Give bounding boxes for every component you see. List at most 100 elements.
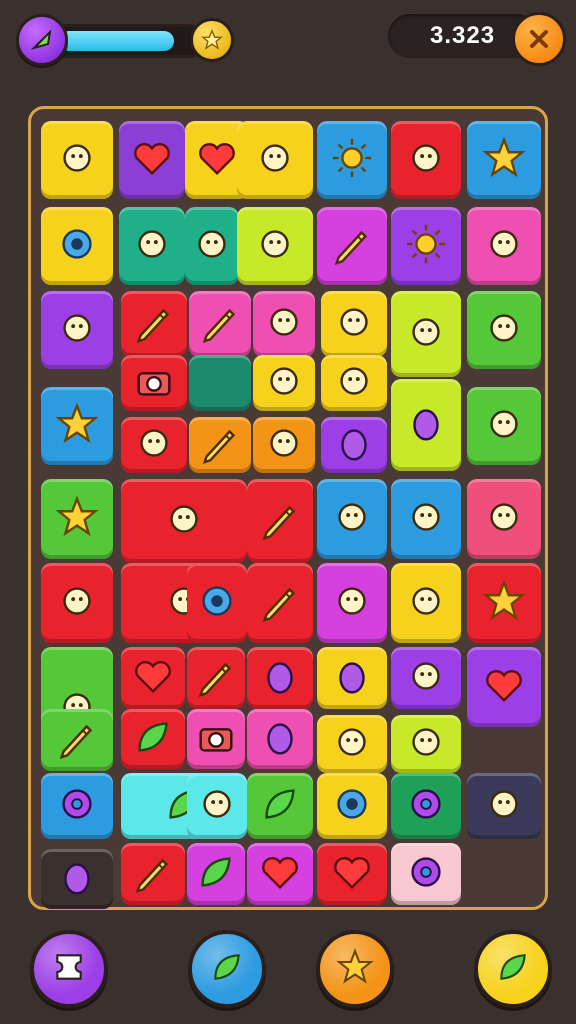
- leaf-icon: [257, 781, 303, 831]
- board-tile[interactable]: [467, 773, 541, 839]
- spiky-ball-icon: [261, 358, 307, 408]
- board-tile[interactable]: [41, 849, 113, 909]
- board-tile[interactable]: [237, 121, 313, 199]
- board-tile[interactable]: [41, 387, 113, 465]
- board-tile[interactable]: [467, 121, 541, 199]
- board-tile[interactable]: [121, 709, 185, 769]
- leaf-button[interactable]: [474, 930, 552, 1008]
- board-tile[interactable]: [189, 355, 251, 411]
- star-icon: [54, 401, 100, 451]
- board-tile[interactable]: [391, 479, 461, 559]
- note-icon: [481, 781, 527, 831]
- eraser-icon: [331, 358, 377, 408]
- starfish-icon: [54, 578, 100, 628]
- board-tile[interactable]: [391, 379, 461, 471]
- board-tile[interactable]: [391, 563, 461, 643]
- close-icon[interactable]: [512, 12, 566, 66]
- wheel-icon: [194, 578, 240, 628]
- board-tile[interactable]: [253, 417, 315, 473]
- board-tile[interactable]: [467, 291, 541, 369]
- board-tile[interactable]: [187, 709, 245, 769]
- board-tile[interactable]: [119, 207, 185, 285]
- board-tile[interactable]: [41, 479, 113, 559]
- board-tile[interactable]: [317, 207, 387, 285]
- board-tile[interactable]: [247, 563, 313, 643]
- board-tile[interactable]: [247, 843, 313, 905]
- board-tile[interactable]: [41, 207, 113, 285]
- leaf-icon: [493, 947, 533, 991]
- pipette-icon: [54, 715, 100, 765]
- board-tile[interactable]: [317, 563, 387, 643]
- board-tile[interactable]: [317, 715, 387, 773]
- board-tile[interactable]: [467, 563, 541, 643]
- board-tile[interactable]: [187, 647, 245, 709]
- acorn-icon: [129, 221, 175, 271]
- heart-icon: [130, 653, 176, 703]
- egg-icon: [257, 714, 303, 764]
- board-tile[interactable]: [253, 355, 315, 411]
- board-tile[interactable]: [237, 207, 313, 285]
- board-tile[interactable]: [391, 291, 461, 377]
- lemon-icon: [194, 781, 240, 831]
- board-tile[interactable]: [467, 479, 541, 559]
- candy-icon: [403, 719, 449, 769]
- board-tile[interactable]: [317, 479, 387, 559]
- board-tile[interactable]: [321, 417, 387, 473]
- board-tile[interactable]: [317, 647, 387, 709]
- board-tile[interactable]: [467, 647, 541, 727]
- board-tile[interactable]: [391, 207, 461, 285]
- board-tile[interactable]: [121, 355, 187, 411]
- board-tile[interactable]: [121, 291, 187, 357]
- board-tile[interactable]: [467, 387, 541, 465]
- star-icon: [190, 18, 234, 62]
- board-tile[interactable]: [391, 121, 461, 199]
- board-tile[interactable]: [41, 773, 113, 839]
- board-tile[interactable]: [121, 479, 247, 563]
- board-tile[interactable]: [317, 773, 387, 839]
- board-tile[interactable]: [189, 417, 251, 473]
- gear-icon: [54, 221, 100, 271]
- board-tile[interactable]: [317, 843, 387, 905]
- board-tile[interactable]: [247, 647, 313, 709]
- board-tile[interactable]: [391, 773, 461, 839]
- board-tile[interactable]: [185, 207, 239, 285]
- board-tile[interactable]: [321, 291, 387, 357]
- board-tile[interactable]: [317, 121, 387, 199]
- board-tile[interactable]: [467, 207, 541, 285]
- grape-icon: [331, 420, 377, 470]
- star-button[interactable]: [316, 930, 394, 1008]
- board-tile[interactable]: [121, 647, 185, 709]
- carrot-icon: [130, 849, 176, 899]
- leaf-button[interactable]: [188, 930, 266, 1008]
- board-tile[interactable]: [119, 121, 185, 199]
- board-tile[interactable]: [391, 715, 461, 773]
- board-tile[interactable]: [187, 773, 247, 839]
- ufo-icon: [261, 420, 307, 470]
- crossed-bird-icon: [54, 135, 100, 185]
- board-tile[interactable]: [41, 563, 113, 643]
- heart-icon: [329, 849, 375, 899]
- board-tile[interactable]: [41, 121, 113, 199]
- board-tile[interactable]: [247, 709, 313, 769]
- seashell-icon: [481, 401, 527, 451]
- board-tile[interactable]: [187, 563, 247, 643]
- pencil-icon: [257, 578, 303, 628]
- heart-icon: [481, 662, 527, 712]
- board-tile[interactable]: [187, 843, 245, 905]
- leaf-icon[interactable]: [16, 14, 68, 66]
- treasure-chest-icon: [481, 494, 527, 544]
- potato-icon: [481, 221, 527, 271]
- board-tile[interactable]: [247, 773, 313, 839]
- board-tile[interactable]: [121, 843, 185, 905]
- board-tile[interactable]: [41, 291, 113, 369]
- board-tile[interactable]: [321, 355, 387, 411]
- board-tile[interactable]: [391, 647, 461, 709]
- board-tile[interactable]: [121, 417, 187, 473]
- spiky-face-icon: [403, 653, 449, 703]
- board-tile[interactable]: [247, 479, 313, 563]
- ticket-button[interactable]: [30, 930, 108, 1008]
- board-tile[interactable]: [253, 291, 315, 357]
- board-tile[interactable]: [189, 291, 251, 357]
- board-tile[interactable]: [41, 709, 113, 771]
- board-tile[interactable]: [391, 843, 461, 905]
